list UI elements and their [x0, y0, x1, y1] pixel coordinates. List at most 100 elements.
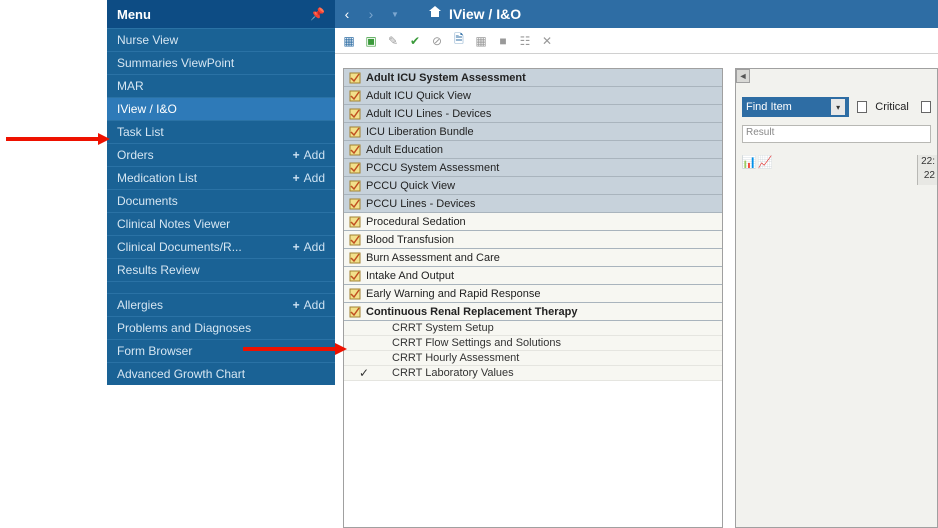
band-label: Intake And Output	[366, 270, 454, 282]
toolbar-icon-6[interactable]: 🗎	[451, 33, 467, 49]
sidebar-item-label: Allergies	[117, 294, 163, 317]
band-row[interactable]: Blood Transfusion	[344, 231, 722, 249]
toolbar-close-icon[interactable]: ✕	[539, 33, 555, 49]
toolbar-icon-7[interactable]: ▦	[473, 33, 489, 49]
sidebar-item[interactable]: MAR	[107, 74, 335, 97]
band-label: Procedural Sedation	[366, 216, 466, 228]
sidebar-add-button[interactable]: +Add	[293, 236, 325, 259]
sidebar-item[interactable]: IView / I&O	[107, 97, 335, 120]
toolbar-icon-1[interactable]: ▦	[341, 33, 357, 49]
sidebar-add-button[interactable]: +Add	[293, 294, 325, 317]
sidebar-item[interactable]: Summaries ViewPoint	[107, 51, 335, 74]
toolbar-icon-2[interactable]: ▣	[363, 33, 379, 49]
sidebar-item[interactable]: Documents	[107, 189, 335, 212]
band-row[interactable]: Continuous Renal Replacement Therapy	[344, 303, 722, 321]
sidebar-item-label: Summaries ViewPoint	[117, 52, 234, 75]
band-icon	[348, 215, 362, 229]
toolbar-icon-3[interactable]: ✎	[385, 33, 401, 49]
results-panel: ◄ Find Item ▾ Critical Result 📊 📈 22: 22	[735, 68, 938, 528]
band-label: ICU Liberation Bundle	[366, 126, 474, 138]
sub-band-row[interactable]: ✓ CRRT Laboratory Values	[344, 366, 722, 381]
sidebar-item[interactable]: Form Browser	[107, 339, 335, 362]
sidebar-item-label: Results Review	[117, 259, 200, 282]
sidebar-item[interactable]: Nurse View	[107, 28, 335, 51]
sidebar-add-button[interactable]: +Add	[293, 167, 325, 190]
sub-band-row[interactable]: CRRT Flow Settings and Solutions	[344, 336, 722, 351]
band-row[interactable]: Intake And Output	[344, 267, 722, 285]
band-label: Early Warning and Rapid Response	[366, 288, 540, 300]
sidebar-item[interactable]: Clinical Notes Viewer	[107, 212, 335, 235]
band-row[interactable]: Early Warning and Rapid Response	[344, 285, 722, 303]
critical-label: Critical	[875, 101, 909, 113]
sub-band-label: CRRT Laboratory Values	[392, 367, 514, 379]
scroll-left-button[interactable]: ◄	[736, 69, 750, 83]
sidebar: Nurse ViewSummaries ViewPointMARIView / …	[107, 28, 335, 385]
pin-icon[interactable]: 📌	[310, 7, 325, 21]
extra-checkbox[interactable]	[921, 101, 931, 113]
find-item-dropdown[interactable]: Find Item ▾	[742, 97, 849, 117]
toolbar-icon-9[interactable]: ☷	[517, 33, 533, 49]
time-line-0: 22:	[918, 155, 935, 169]
sidebar-item-label: Orders	[117, 144, 154, 167]
sidebar-item-label: Problems and Diagnoses	[117, 317, 251, 340]
band-label: Adult ICU Lines - Devices	[366, 108, 491, 120]
band-icon	[348, 305, 362, 319]
band-icon	[348, 89, 362, 103]
sidebar-item-label: Medication List	[117, 167, 197, 190]
sidebar-item[interactable]: Medication List +Add	[107, 166, 335, 189]
band-icon	[348, 107, 362, 121]
result-box: Result	[742, 125, 931, 143]
band-navigator: Adult ICU System Assessment Adult ICU Qui…	[343, 68, 723, 528]
menu-title: Menu	[117, 7, 151, 22]
sidebar-item[interactable]: Clinical Documents/R... +Add	[107, 235, 335, 258]
toolbar-icon-4[interactable]: ✔	[407, 33, 423, 49]
sub-band-row[interactable]: CRRT System Setup	[344, 321, 722, 336]
sidebar-item[interactable]: Allergies +Add	[107, 293, 335, 316]
sidebar-item[interactable]: Problems and Diagnoses	[107, 316, 335, 339]
toolbar-icon-8[interactable]: ■	[495, 33, 511, 49]
sub-band-label: CRRT Flow Settings and Solutions	[392, 337, 561, 349]
band-row[interactable]: Burn Assessment and Care	[344, 249, 722, 267]
band-row[interactable]: PCCU Lines - Devices	[344, 195, 722, 213]
band-icon	[348, 125, 362, 139]
breadcrumb: IView / I&O	[449, 6, 521, 22]
band-icon	[348, 233, 362, 247]
sidebar-item-label: Advanced Growth Chart	[117, 363, 245, 386]
sidebar-item[interactable]: Task List	[107, 120, 335, 143]
band-label: PCCU Quick View	[366, 180, 455, 192]
annotation-arrow-1	[6, 132, 110, 144]
sidebar-item[interactable]: Orders +Add	[107, 143, 335, 166]
chart-icon[interactable]: 📊	[742, 155, 756, 169]
nav-forward-button: ›	[359, 0, 383, 28]
band-label: Adult ICU Quick View	[366, 90, 471, 102]
critical-checkbox[interactable]	[857, 101, 867, 113]
band-row[interactable]: Adult Education	[344, 141, 722, 159]
sidebar-add-button[interactable]: +Add	[293, 144, 325, 167]
band-icon	[348, 143, 362, 157]
sub-band-row[interactable]: CRRT Hourly Assessment	[344, 351, 722, 366]
band-row[interactable]: Procedural Sedation	[344, 213, 722, 231]
band-label: Blood Transfusion	[366, 234, 454, 246]
sidebar-item[interactable]: Advanced Growth Chart	[107, 362, 335, 385]
nav-back-button[interactable]: ‹	[335, 0, 359, 28]
find-item-label: Find Item	[746, 101, 792, 113]
sidebar-item-label: Nurse View	[117, 29, 178, 52]
band-row[interactable]: PCCU System Assessment	[344, 159, 722, 177]
trend-icon[interactable]: 📈	[758, 155, 772, 169]
nav-recent-dropdown[interactable]: ▼	[383, 0, 407, 28]
band-icon	[348, 287, 362, 301]
sidebar-item-label: Clinical Documents/R...	[117, 236, 242, 259]
band-row[interactable]: ICU Liberation Bundle	[344, 123, 722, 141]
band-row[interactable]: PCCU Quick View	[344, 177, 722, 195]
band-row[interactable]: Adult ICU System Assessment	[344, 69, 722, 87]
band-icon	[348, 71, 362, 85]
check-icon: ✓	[358, 366, 370, 380]
toolbar-icon-5[interactable]: ⊘	[429, 33, 445, 49]
home-icon[interactable]	[427, 4, 443, 25]
band-row[interactable]: Adult ICU Lines - Devices	[344, 105, 722, 123]
sidebar-item-label: MAR	[117, 75, 144, 98]
time-column: 22: 22	[917, 155, 937, 185]
sidebar-item[interactable]: Results Review	[107, 258, 335, 281]
band-row[interactable]: Adult ICU Quick View	[344, 87, 722, 105]
band-icon	[348, 161, 362, 175]
